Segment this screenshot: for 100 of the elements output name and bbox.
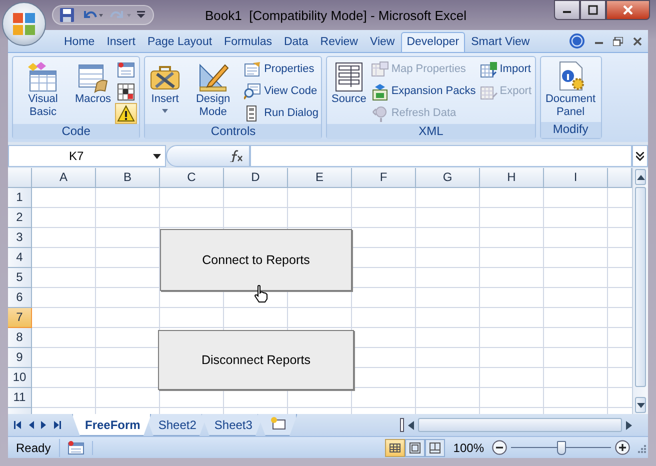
save-icon[interactable] bbox=[59, 7, 75, 23]
sheet-button[interactable]: Connect to Reports bbox=[160, 229, 352, 291]
close-button[interactable] bbox=[606, 0, 650, 20]
column-header[interactable]: I bbox=[544, 168, 608, 188]
minimize-button[interactable] bbox=[554, 0, 580, 20]
ribbon-button[interactable]: Run Dialog bbox=[243, 103, 320, 124]
scroll-down-icon[interactable] bbox=[636, 402, 644, 408]
row-header[interactable]: 2 bbox=[8, 208, 32, 228]
scroll-left-icon[interactable] bbox=[408, 420, 414, 430]
normal-view-icon bbox=[389, 442, 402, 454]
group-label: XML bbox=[327, 124, 535, 139]
ribbon-button[interactable]: Macros bbox=[73, 59, 114, 124]
map-icon bbox=[371, 60, 390, 78]
ribbon-tab[interactable]: Page Layout bbox=[141, 32, 218, 52]
ribbon-tab[interactable]: Formulas bbox=[218, 32, 278, 52]
page-layout-icon bbox=[409, 442, 422, 454]
ribbon-button[interactable]: Expansion Packs bbox=[370, 81, 477, 102]
row-header[interactable]: 8 bbox=[8, 328, 32, 348]
form-icon bbox=[117, 60, 136, 78]
dropdown-caret-icon[interactable] bbox=[153, 154, 161, 158]
first-sheet-icon[interactable] bbox=[14, 421, 21, 429]
formula-input[interactable] bbox=[250, 145, 632, 167]
resize-grip-icon[interactable] bbox=[636, 442, 646, 452]
window-title: Book1 [Compatibility Mode] - Microsoft Excel bbox=[205, 7, 467, 25]
sheet-tab[interactable]: FreeForm bbox=[72, 414, 152, 436]
ribbon-icon-button[interactable] bbox=[115, 103, 138, 124]
ribbon-button[interactable]: View Code bbox=[243, 81, 320, 102]
last-sheet-icon[interactable] bbox=[54, 421, 61, 429]
column-header[interactable]: C bbox=[160, 168, 224, 188]
previous-sheet-icon[interactable] bbox=[28, 421, 34, 429]
zoom-percentage[interactable]: 100% bbox=[445, 438, 492, 456]
row-header[interactable]: 11 bbox=[8, 388, 32, 408]
page-break-icon bbox=[429, 442, 442, 454]
maximize-button[interactable] bbox=[580, 0, 606, 20]
insert-function-button[interactable] bbox=[166, 145, 250, 167]
view-button[interactable] bbox=[385, 438, 406, 456]
row-header[interactable]: 10 bbox=[8, 368, 32, 388]
double-caret-icon bbox=[636, 152, 644, 160]
column-header[interactable]: F bbox=[352, 168, 416, 188]
ribbon-tab[interactable]: Review bbox=[314, 32, 364, 52]
magnifier-icon bbox=[244, 82, 262, 100]
ribbon-tab[interactable]: View bbox=[364, 32, 401, 52]
column-header[interactable]: G bbox=[416, 168, 480, 188]
ribbon-button[interactable]: Design Mode bbox=[185, 59, 242, 124]
view-button[interactable] bbox=[405, 438, 426, 456]
zoom-out-icon[interactable] bbox=[492, 440, 507, 455]
help-icon[interactable] bbox=[569, 33, 585, 49]
group-label: Code bbox=[13, 124, 140, 139]
customize-caret-icon[interactable] bbox=[137, 11, 145, 19]
view-button[interactable] bbox=[425, 438, 446, 456]
row-header[interactable]: 9 bbox=[8, 348, 32, 368]
group-label: Modify bbox=[540, 122, 601, 138]
row-header[interactable]: 3 bbox=[8, 228, 32, 248]
grid-icon bbox=[117, 82, 136, 100]
office-button[interactable] bbox=[2, 2, 46, 46]
scroll-right-icon[interactable] bbox=[626, 420, 632, 430]
splitter-icon[interactable] bbox=[400, 418, 404, 432]
ribbon-button[interactable]: Source bbox=[329, 59, 368, 124]
warning-icon bbox=[117, 104, 136, 122]
ribbon-tab[interactable]: Home bbox=[58, 32, 101, 52]
record-macro-icon[interactable] bbox=[68, 440, 84, 454]
fx-icon bbox=[229, 150, 243, 162]
ribbon-button[interactable]: Document Panel bbox=[542, 59, 599, 122]
ribbon-button[interactable]: Visual Basic bbox=[15, 59, 71, 124]
column-header[interactable]: H bbox=[480, 168, 544, 188]
column-header[interactable]: E bbox=[288, 168, 352, 188]
column-header[interactable]: B bbox=[96, 168, 160, 188]
scroll-thumb[interactable] bbox=[635, 187, 646, 387]
restore-icon[interactable] bbox=[613, 36, 623, 46]
scroll-up-icon[interactable] bbox=[636, 174, 644, 180]
insert-sheet-tab[interactable] bbox=[257, 414, 298, 436]
ribbon-button[interactable]: Import bbox=[478, 59, 533, 80]
next-sheet-icon[interactable] bbox=[41, 421, 47, 429]
sheet-button[interactable]: Disconnect Reports bbox=[158, 330, 354, 390]
ribbon-icon-button[interactable] bbox=[115, 81, 138, 102]
row-header[interactable]: 6 bbox=[8, 288, 32, 308]
ribbon-tab[interactable]: Smart View bbox=[465, 32, 536, 52]
horizontal-scrollbar-thumb[interactable] bbox=[418, 418, 622, 432]
column-header[interactable]: D bbox=[224, 168, 288, 188]
close-icon bbox=[622, 5, 634, 15]
row-header[interactable]: 5 bbox=[8, 268, 32, 288]
zoom-in-icon[interactable] bbox=[615, 440, 630, 455]
zoom-slider[interactable] bbox=[511, 440, 611, 454]
row-header[interactable]: 1 bbox=[8, 188, 32, 208]
name-box[interactable]: K7 bbox=[8, 145, 166, 167]
expand-formula-bar-button[interactable] bbox=[632, 145, 648, 167]
ribbon-tab[interactable]: Data bbox=[278, 32, 314, 52]
ribbon-tab[interactable]: Insert bbox=[100, 32, 142, 52]
ribbon-button[interactable]: Insert bbox=[147, 59, 184, 124]
vertical-scrollbar[interactable] bbox=[632, 168, 648, 414]
ribbon-button[interactable]: Properties bbox=[243, 59, 320, 80]
ribbon-tab[interactable]: Developer bbox=[400, 32, 466, 52]
close-icon[interactable] bbox=[633, 36, 642, 46]
column-header[interactable]: A bbox=[32, 168, 96, 188]
ruler-pencil-icon bbox=[197, 61, 230, 93]
slider-thumb[interactable] bbox=[557, 440, 566, 454]
refresh-icon bbox=[371, 104, 390, 122]
row-header[interactable]: 4 bbox=[8, 248, 32, 268]
list-icon bbox=[332, 61, 365, 93]
row-header[interactable]: 7 bbox=[8, 308, 32, 328]
